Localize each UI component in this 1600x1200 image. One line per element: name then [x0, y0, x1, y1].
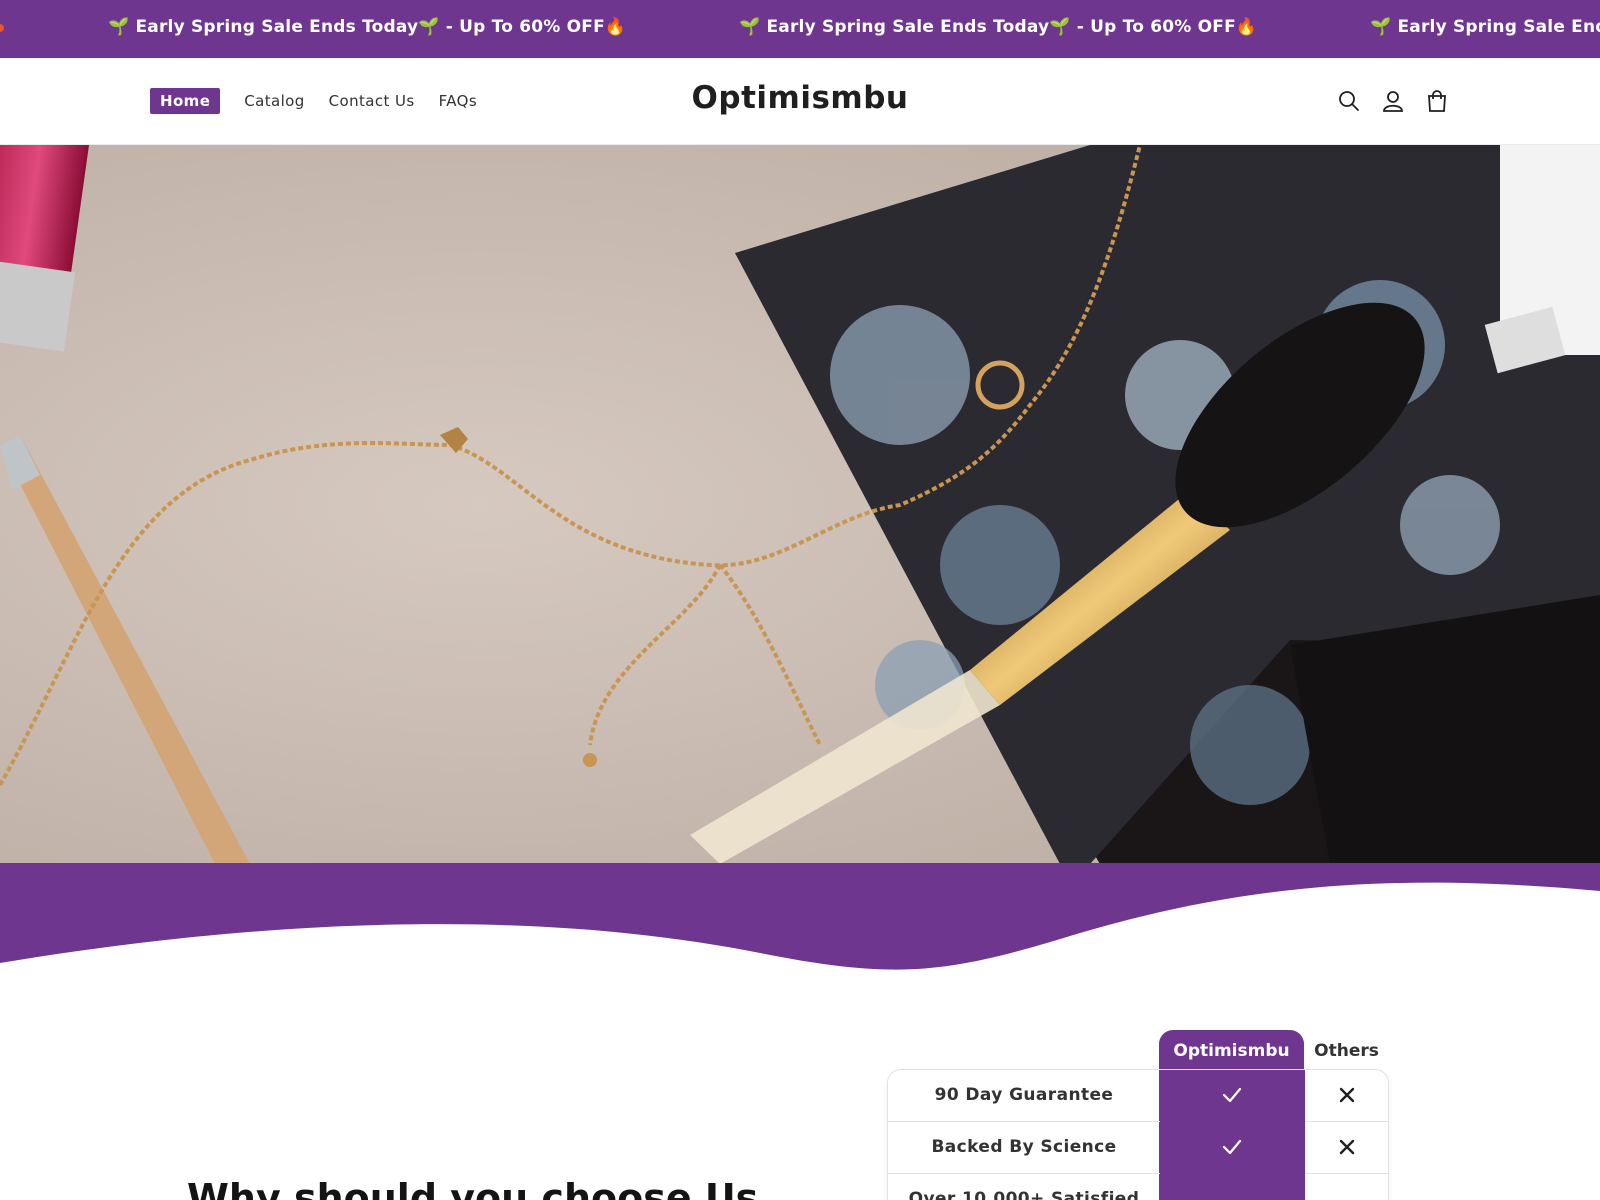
hero-image	[0, 145, 1600, 864]
check-icon	[1221, 1084, 1243, 1106]
nav-faqs[interactable]: FAQs	[439, 92, 477, 110]
nav-contact-us[interactable]: Contact Us	[329, 92, 415, 110]
announcement-text: 🌱 Early Spring Sale End	[1370, 17, 1600, 37]
fire-icon	[0, 24, 4, 32]
cart-icon[interactable]	[1424, 88, 1450, 114]
comparison-row-label: Backed By Science	[931, 1137, 1117, 1157]
announcement-text: 🌱 Early Spring Sale Ends Today🌱 - Up To …	[739, 17, 1258, 37]
comparison-row-label: 90 Day Guarantee	[934, 1085, 1114, 1105]
close-icon	[1305, 1084, 1388, 1106]
nav-home[interactable]: Home	[150, 88, 221, 114]
wave-divider	[0, 863, 1600, 970]
brand-column-header: Optimismbu	[1173, 1041, 1290, 1061]
comparison-table: Optimismbu Others 90 Day Guarantee Backe…	[887, 1030, 1389, 1200]
site-header: Home Catalog Contact Us FAQs Optimismbu	[0, 58, 1600, 145]
comparison-row: 90 Day Guarantee	[888, 1070, 1388, 1122]
section-title: Why should you choose Us	[187, 1176, 759, 1200]
announcement-bar: 🌱 Early Spring Sale Ends Today🌱 - Up To …	[0, 0, 1600, 58]
check-icon	[1221, 1136, 1243, 1158]
main-nav: Home Catalog Contact Us FAQs	[150, 88, 501, 114]
close-icon	[1305, 1136, 1388, 1158]
brand-logo[interactable]: Optimismbu	[692, 80, 909, 116]
comparison-row: Over 10,000+ Satisfied	[888, 1174, 1388, 1200]
account-icon[interactable]	[1380, 88, 1406, 114]
header-icons	[1318, 88, 1450, 114]
search-icon[interactable]	[1336, 88, 1362, 114]
others-column-header: Others	[1314, 1041, 1379, 1061]
comparison-rows: 90 Day Guarantee Backed By Science Over …	[887, 1069, 1389, 1200]
comparison-row-label: Over 10,000+ Satisfied	[908, 1189, 1140, 1200]
brand-cell	[1160, 1070, 1305, 1122]
brand-cell	[1160, 1174, 1305, 1200]
announcement-text: 🌱 Early Spring Sale Ends Today🌱 - Up To …	[108, 17, 627, 37]
nav-catalog[interactable]: Catalog	[244, 92, 304, 110]
brand-cell	[1160, 1122, 1305, 1174]
comparison-row: Backed By Science	[888, 1122, 1388, 1174]
hero-banner	[0, 145, 1600, 864]
